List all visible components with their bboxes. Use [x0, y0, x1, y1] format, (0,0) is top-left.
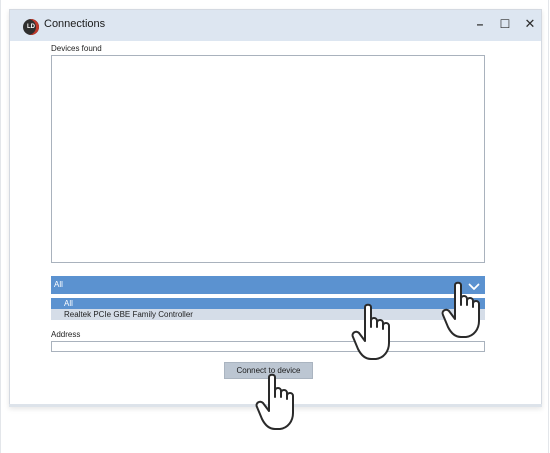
address-input[interactable]	[51, 341, 485, 352]
window-bottom-border	[9, 404, 542, 407]
adapter-option-all[interactable]: All	[51, 298, 485, 309]
app-logo-icon: LD	[23, 19, 39, 35]
devices-found-label: Devices found	[51, 44, 102, 53]
chevron-down-icon[interactable]	[468, 279, 480, 290]
connect-to-device-button[interactable]: Connect to device	[224, 362, 313, 379]
close-button[interactable]: ✕	[522, 16, 538, 32]
maximize-button[interactable]: ☐	[497, 16, 513, 32]
devices-list[interactable]	[51, 55, 485, 263]
background-edge-right	[548, 0, 549, 453]
page: LD Connections – ☐ ✕ Devices found All A…	[0, 0, 550, 453]
adapter-select[interactable]: All	[51, 276, 485, 294]
adapter-option-realtek[interactable]: Realtek PCIe GBE Family Controller	[51, 309, 485, 320]
window-title: Connections	[44, 18, 106, 30]
minimize-button[interactable]: –	[472, 16, 488, 32]
title-bar[interactable]: LD Connections – ☐ ✕	[10, 10, 541, 41]
address-label: Address	[51, 330, 81, 339]
background-edge-left	[0, 0, 1, 453]
adapter-select-value: All	[54, 280, 63, 289]
